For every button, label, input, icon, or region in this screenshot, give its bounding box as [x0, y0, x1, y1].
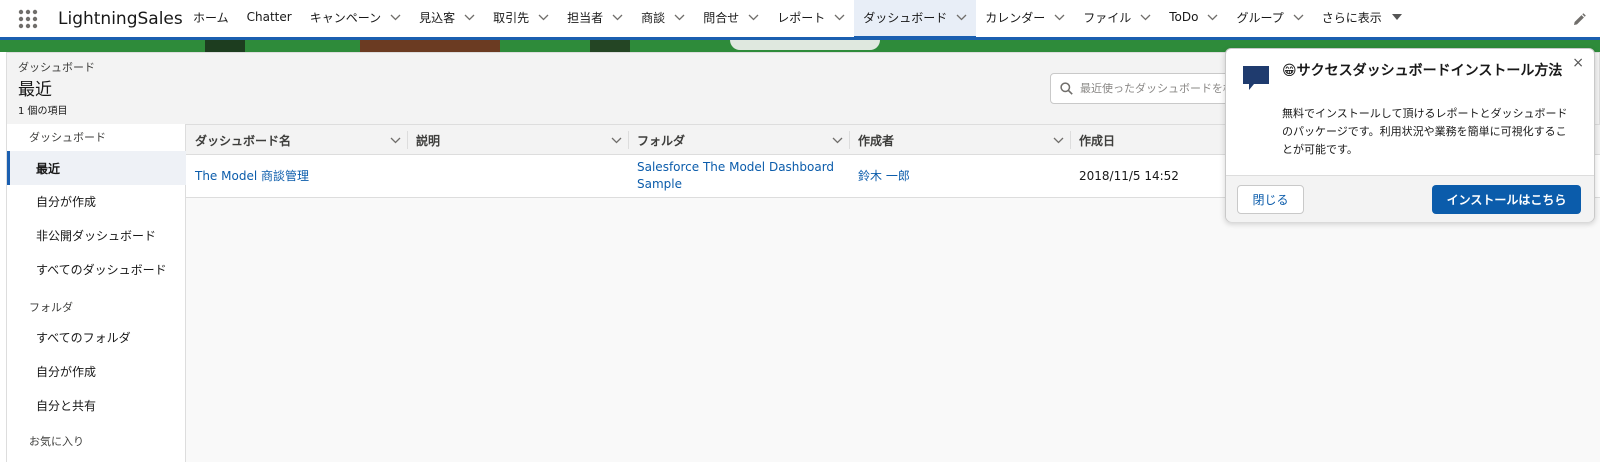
column-header-label: 説明 [416, 133, 441, 148]
column-header-label: 作成者 [858, 133, 895, 148]
nav-tab-calendar[interactable]: カレンダー [976, 0, 1074, 36]
cell-folder: Salesforce The Model Dashboard Sample [628, 155, 840, 197]
chevron-down-icon[interactable] [1140, 14, 1151, 21]
dashboard-link[interactable]: The Model 商談管理 [195, 168, 309, 185]
close-icon[interactable]: × [1572, 56, 1584, 70]
chevron-down-icon[interactable] [1053, 137, 1064, 144]
nav-tab-label: レポート [777, 10, 826, 25]
banner-shape [730, 40, 880, 50]
chevron-down-icon[interactable] [611, 137, 622, 144]
folder-link[interactable]: Salesforce The Model Dashboard Sample [637, 159, 840, 193]
search-input[interactable] [1080, 82, 1239, 95]
popover-footer: 閉じる インストールはこちら [1226, 175, 1594, 222]
cell-created-by: 鈴木 一郎 [849, 155, 1070, 197]
popover-body: 無料でインストールして頂けるレポートとダッシュボードのパッケージです。利用状況や… [1282, 107, 1568, 156]
column-header-created-by[interactable]: 作成者 [849, 125, 1070, 155]
chevron-down-icon[interactable] [834, 14, 845, 21]
chevron-down-icon[interactable] [748, 14, 759, 21]
chevron-down-icon[interactable] [956, 14, 967, 21]
edit-pencil-icon[interactable] [1572, 13, 1586, 27]
sidebar-section-dashboards: ダッシュボード [29, 131, 106, 144]
sidebar: ダッシュボード 最近 自分が作成 非公開ダッシュボード すべてのダッシュボード … [6, 124, 186, 462]
user-link[interactable]: 鈴木 一郎 [858, 168, 910, 185]
global-navigation: LightningSales ホーム Chatter キャンペーン 見込客 取引… [0, 0, 1600, 40]
item-count: 1 個の項目 [18, 106, 68, 117]
nav-tab-label: ホーム [193, 10, 229, 25]
chevron-down-icon[interactable] [1207, 14, 1218, 21]
nav-tab-chatter[interactable]: Chatter [238, 0, 301, 36]
search-box[interactable] [1050, 73, 1240, 104]
sidebar-item-all-dashboards[interactable]: すべてのダッシュボード [7, 252, 186, 286]
nav-tab-home[interactable]: ホーム [184, 0, 238, 36]
nav-tab-label: カレンダー [985, 10, 1046, 25]
sidebar-item-folders-created-by-me[interactable]: 自分が作成 [7, 354, 186, 388]
popover-title: 😁サクセスダッシュボードインストール方法 [1282, 63, 1563, 79]
column-header-description[interactable]: 説明 [407, 125, 628, 155]
nav-tabs: ホーム Chatter キャンペーン 見込客 取引先 担当者 商談 問合せ レポ… [184, 0, 1411, 39]
banner-shape [590, 40, 630, 52]
sidebar-section-folders: フォルダ [29, 301, 73, 314]
column-header-label: ダッシュボード名 [195, 133, 292, 148]
sidebar-item-all-folders[interactable]: すべてのフォルダ [7, 320, 186, 354]
cell-description [407, 155, 628, 197]
nav-tab-label: ToDo [1169, 10, 1199, 24]
nav-more-menu[interactable]: さらに表示 [1313, 0, 1411, 36]
nav-tab-label: Chatter [246, 10, 292, 24]
nav-tab-contacts[interactable]: 担当者 [558, 0, 632, 36]
banner-shape [360, 40, 500, 52]
nav-tab-label: 担当者 [567, 10, 604, 25]
nav-tab-groups[interactable]: グループ [1227, 0, 1312, 36]
nav-tab-label: キャンペーン [309, 10, 382, 25]
nav-tab-cases[interactable]: 問合せ [694, 0, 768, 36]
chevron-down-icon[interactable] [1293, 14, 1304, 21]
chat-bubble-icon [1242, 65, 1270, 91]
column-header-label: フォルダ [637, 133, 686, 148]
nav-tab-dashboards[interactable]: ダッシュボード [854, 0, 977, 39]
nav-tab-leads[interactable]: 見込客 [410, 0, 484, 36]
nav-tab-label: ファイル [1083, 10, 1132, 25]
sidebar-item-created-by-me[interactable]: 自分が作成 [7, 184, 186, 218]
banner-shape [205, 40, 245, 52]
sidebar-item-recent[interactable]: 最近 [7, 151, 186, 185]
search-icon [1060, 82, 1073, 95]
nav-tab-todo[interactable]: ToDo [1160, 0, 1227, 36]
sidebar-item-private-dashboards[interactable]: 非公開ダッシュボード [7, 218, 186, 252]
nav-tab-label: グループ [1236, 10, 1284, 25]
nav-tab-label: 商談 [641, 10, 666, 25]
caret-down-icon [1391, 14, 1402, 20]
nav-more-label: さらに表示 [1321, 10, 1382, 25]
close-button[interactable]: 閉じる [1237, 185, 1304, 214]
chevron-down-icon[interactable] [538, 14, 549, 21]
nav-tab-label: ダッシュボード [863, 10, 948, 25]
chevron-down-icon[interactable] [390, 137, 401, 144]
nav-tab-label: 取引先 [493, 10, 530, 25]
nav-tab-files[interactable]: ファイル [1074, 0, 1160, 36]
chevron-down-icon[interactable] [464, 14, 475, 21]
column-header-folder[interactable]: フォルダ [628, 125, 849, 155]
nav-tab-campaigns[interactable]: キャンペーン [301, 0, 410, 36]
cell-dashboard-name: The Model 商談管理 [186, 155, 407, 197]
nav-tab-label: 問合せ [703, 10, 740, 25]
chevron-down-icon[interactable] [390, 14, 401, 21]
breadcrumb: ダッシュボード [18, 61, 95, 74]
sidebar-item-shared-with-me[interactable]: 自分と共有 [7, 388, 186, 422]
app-launcher-icon[interactable] [0, 0, 56, 39]
chevron-down-icon[interactable] [1054, 14, 1065, 21]
install-guide-popover: × 😁サクセスダッシュボードインストール方法 無料でインストールして頂けるレポー… [1225, 48, 1595, 222]
sidebar-section-favorites: お気に入り [29, 435, 84, 448]
nav-tab-opportunities[interactable]: 商談 [632, 0, 694, 36]
app-name: LightningSales [58, 8, 183, 29]
chevron-down-icon[interactable] [612, 14, 623, 21]
nav-tab-label: 見込客 [419, 10, 456, 25]
column-header-label: 作成日 [1079, 133, 1116, 148]
nav-tab-accounts[interactable]: 取引先 [484, 0, 558, 36]
install-button[interactable]: インストールはこちら [1432, 185, 1581, 214]
chevron-down-icon[interactable] [674, 14, 685, 21]
nav-tab-reports[interactable]: レポート [768, 0, 854, 36]
chevron-down-icon[interactable] [832, 137, 843, 144]
page-title: 最近 [18, 80, 52, 100]
column-header-dashboard-name[interactable]: ダッシュボード名 [186, 125, 407, 155]
